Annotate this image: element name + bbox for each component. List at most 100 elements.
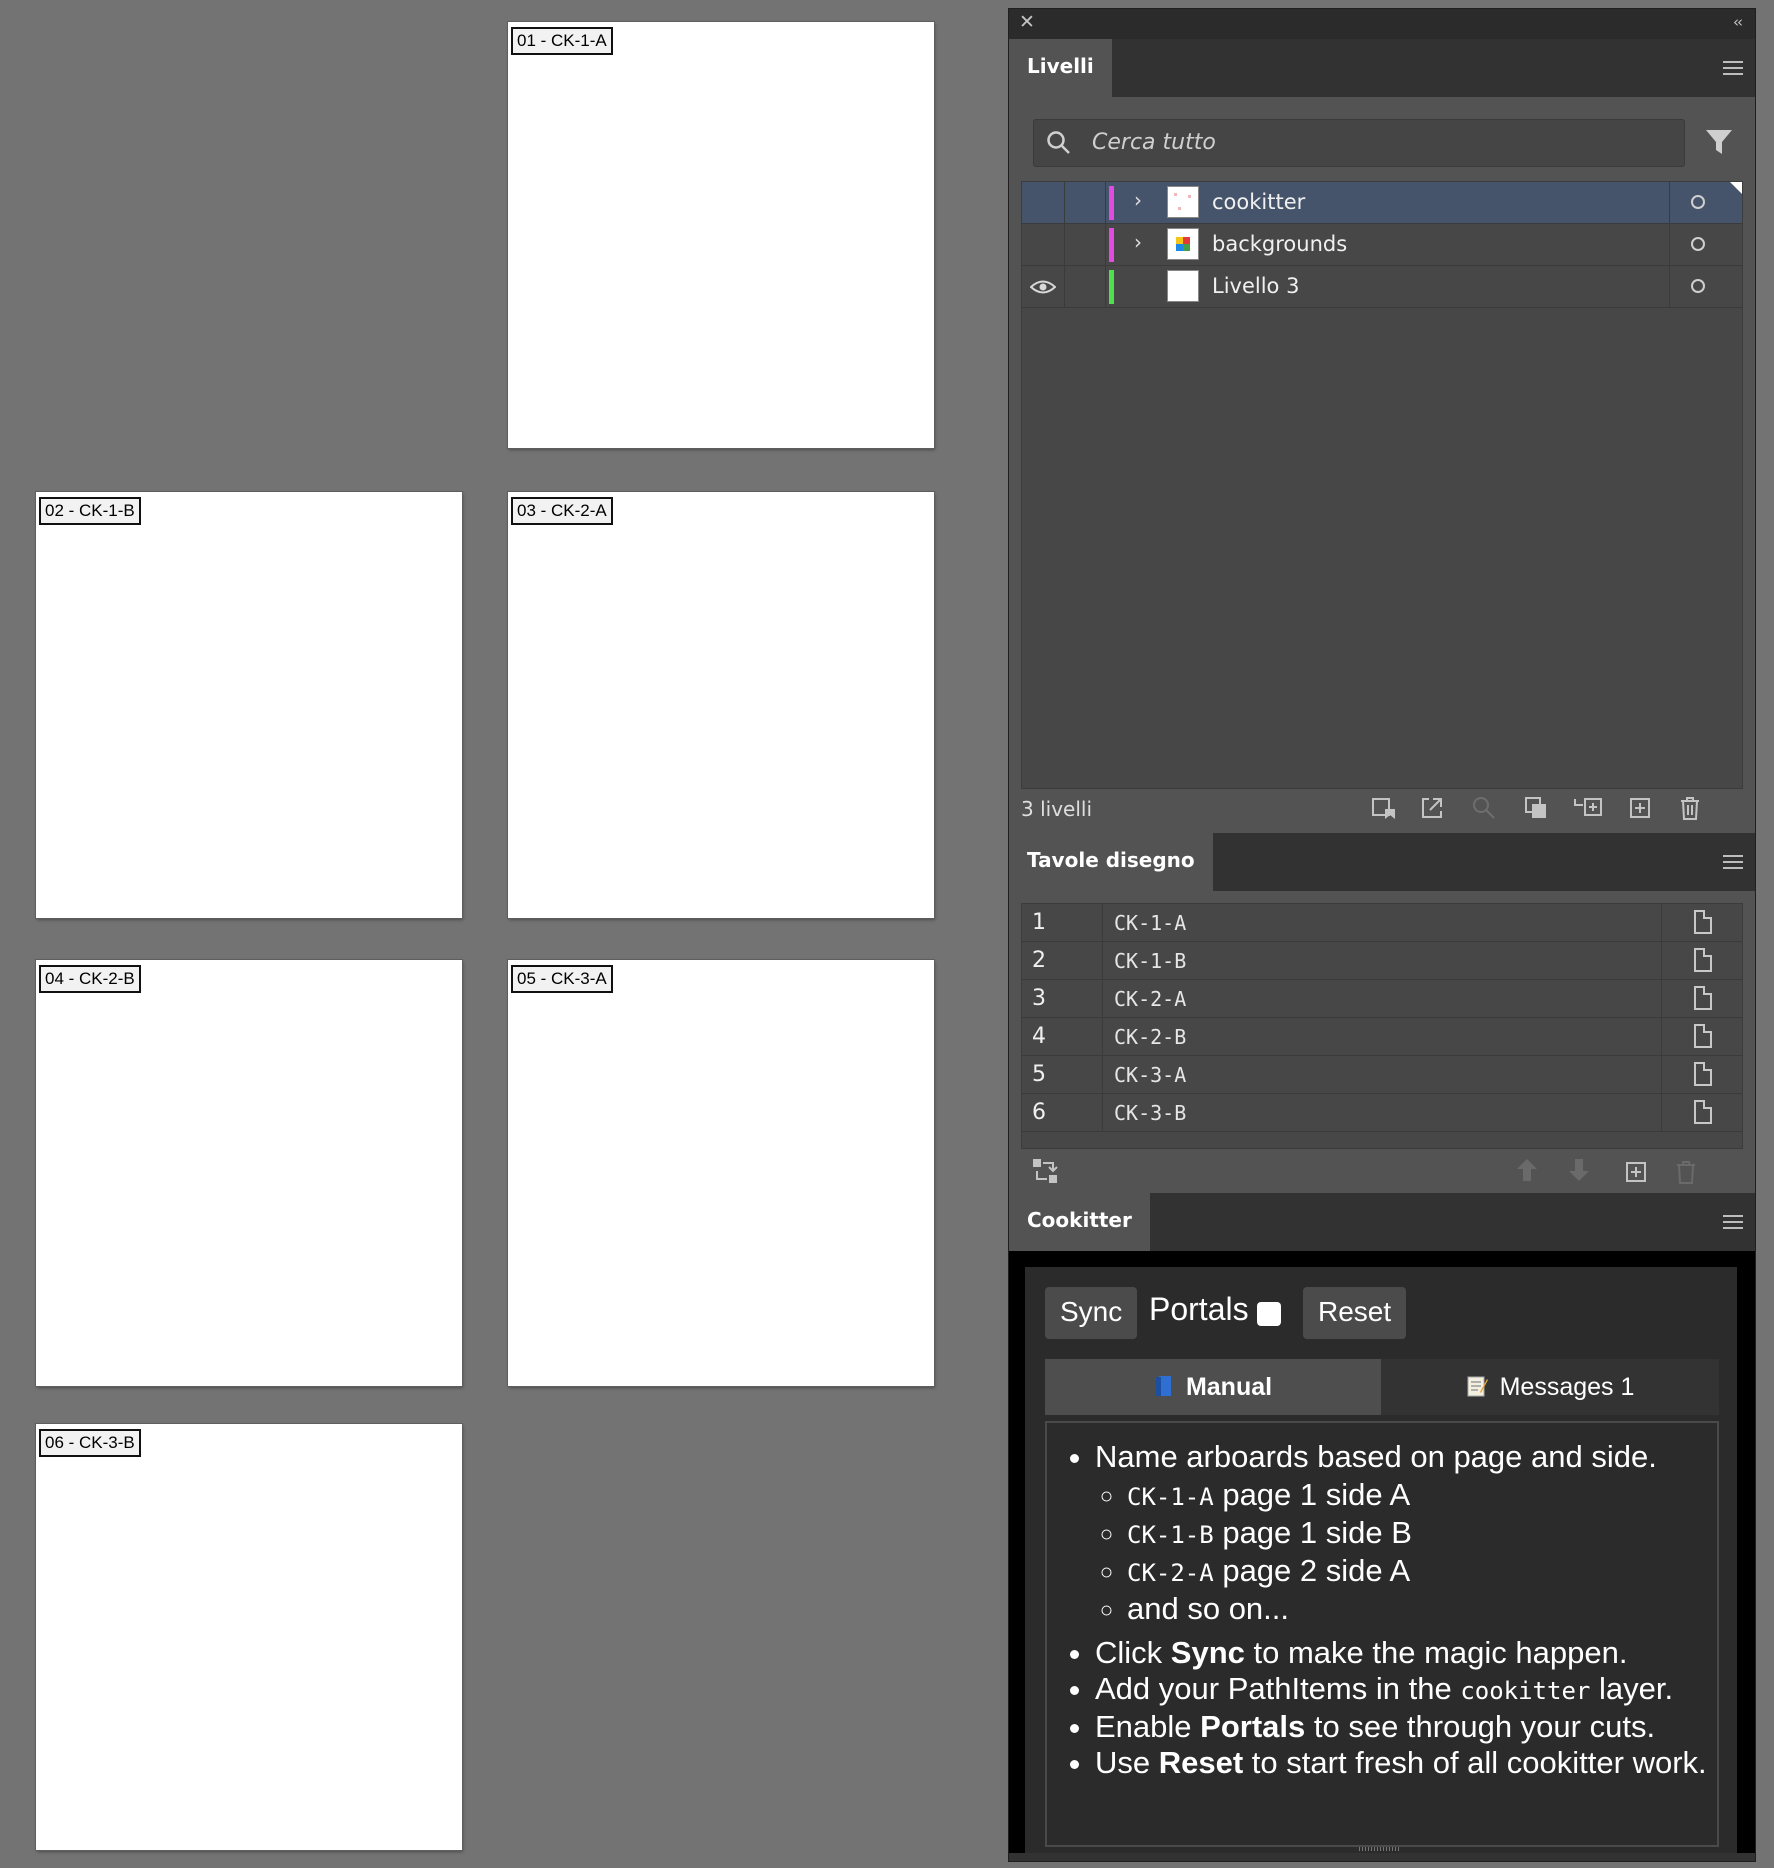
tab-artboards[interactable]: Tavole disegno bbox=[1009, 833, 1213, 891]
artboard-number: 5 bbox=[1032, 1062, 1046, 1087]
clipping-mask-icon[interactable] bbox=[1523, 795, 1549, 821]
menu-icon[interactable] bbox=[1723, 855, 1743, 869]
artboard-01[interactable]: 01 - CK-1-A bbox=[508, 22, 934, 448]
messages-tab-label: Messages 1 bbox=[1499, 1373, 1635, 1401]
layers-panel-header: Livelli bbox=[1009, 39, 1755, 97]
lock-toggle[interactable] bbox=[1065, 266, 1106, 307]
artboard-number: 3 bbox=[1032, 986, 1046, 1011]
visibility-toggle[interactable] bbox=[1022, 224, 1065, 265]
artboard-row[interactable]: 4 CK-2-B bbox=[1022, 1018, 1742, 1056]
sync-button[interactable]: Sync bbox=[1045, 1287, 1138, 1339]
list-item: Use Reset to start fresh of all cookitte… bbox=[1095, 1745, 1717, 1781]
search-icon bbox=[1047, 131, 1070, 154]
chevron-right-icon[interactable]: › bbox=[1134, 188, 1142, 212]
memo-icon bbox=[1467, 1376, 1488, 1397]
chevron-right-icon[interactable]: › bbox=[1134, 230, 1142, 254]
lock-toggle[interactable] bbox=[1065, 182, 1106, 223]
artboard-row[interactable]: 6 CK-3-B bbox=[1022, 1094, 1742, 1132]
artboard-label: 05 - CK-3-A bbox=[511, 965, 613, 993]
filter-icon[interactable] bbox=[1704, 127, 1734, 157]
artboard-number: 1 bbox=[1032, 910, 1046, 935]
book-icon bbox=[1155, 1376, 1171, 1396]
list-item: Name arboards based on page and side. CK… bbox=[1095, 1439, 1717, 1627]
menu-icon[interactable] bbox=[1723, 1215, 1743, 1229]
list-item: and so on... bbox=[1127, 1591, 1717, 1627]
artboard-options-icon[interactable] bbox=[1694, 1024, 1712, 1048]
layer-list: › cookitter › backgrounds Livello 3 bbox=[1021, 181, 1743, 789]
artboard-name: CK-1-B bbox=[1114, 949, 1187, 973]
trash-icon[interactable] bbox=[1677, 795, 1703, 821]
menu-icon[interactable] bbox=[1723, 61, 1743, 75]
reset-button[interactable]: Reset bbox=[1303, 1287, 1407, 1339]
rearrange-artboards-icon[interactable] bbox=[1031, 1157, 1059, 1185]
artboards-panel-header: Tavole disegno bbox=[1009, 833, 1755, 891]
list-item: Enable Portals to see through your cuts. bbox=[1095, 1709, 1717, 1745]
resize-grip[interactable] bbox=[1359, 1847, 1399, 1851]
move-up-icon bbox=[1517, 1159, 1537, 1181]
artboard-name: CK-2-B bbox=[1114, 1025, 1187, 1049]
panel-dock: ✕ ‹‹ Livelli Cerca tutto › cookitter › b… bbox=[1008, 8, 1756, 1862]
artboard-03[interactable]: 03 - CK-2-A bbox=[508, 492, 934, 918]
artboard-label: 01 - CK-1-A bbox=[511, 27, 613, 55]
collect-for-export-icon[interactable] bbox=[1369, 795, 1397, 821]
collapse-icon[interactable]: ‹‹ bbox=[1733, 13, 1743, 31]
locate-object-icon bbox=[1473, 797, 1495, 819]
delete-artboard-icon bbox=[1677, 1161, 1695, 1184]
visibility-toggle[interactable] bbox=[1022, 182, 1065, 223]
layer-target[interactable] bbox=[1669, 266, 1742, 307]
list-item: CK-1-A page 1 side A bbox=[1127, 1477, 1717, 1515]
dock-titlebar: ✕ ‹‹ bbox=[1009, 9, 1755, 39]
new-sublayer-icon[interactable] bbox=[1573, 795, 1605, 821]
lock-toggle[interactable] bbox=[1065, 224, 1106, 265]
layer-name: cookitter bbox=[1212, 190, 1306, 214]
artboard-options-icon[interactable] bbox=[1694, 948, 1712, 972]
tab-manual[interactable]: Manual bbox=[1045, 1359, 1381, 1415]
cookitter-panel: Sync Portals Reset Manual Messages 1 Nam… bbox=[1009, 1251, 1755, 1853]
artboard-label: 03 - CK-2-A bbox=[511, 497, 613, 525]
artboard-options-icon[interactable] bbox=[1694, 1100, 1712, 1124]
export-icon[interactable] bbox=[1419, 795, 1445, 821]
tab-cookitter[interactable]: Cookitter bbox=[1009, 1193, 1150, 1251]
artboard-05[interactable]: 05 - CK-3-A bbox=[508, 960, 934, 1386]
portals-checkbox[interactable] bbox=[1257, 1302, 1281, 1326]
target-circle-icon bbox=[1691, 195, 1705, 209]
tab-layers[interactable]: Livelli bbox=[1009, 39, 1112, 97]
artboard-name: CK-3-A bbox=[1114, 1063, 1187, 1087]
artboard-options-icon[interactable] bbox=[1694, 986, 1712, 1010]
eye-icon bbox=[1030, 280, 1056, 294]
layers-search-input[interactable]: Cerca tutto bbox=[1033, 119, 1685, 167]
target-circle-icon bbox=[1691, 279, 1705, 293]
artboard-options-icon[interactable] bbox=[1694, 910, 1712, 934]
artboard-06[interactable]: 06 - CK-3-B bbox=[36, 1424, 462, 1850]
cookitter-content: Sync Portals Reset Manual Messages 1 Nam… bbox=[1025, 1267, 1737, 1853]
artboard-options-icon[interactable] bbox=[1694, 1062, 1712, 1086]
layer-thumbnail bbox=[1167, 228, 1199, 260]
artboard-name: CK-3-B bbox=[1114, 1101, 1187, 1125]
artboard-list: 1 CK-1-A 2 CK-1-B 3 CK-2-A 4 CK-2-B 5 CK… bbox=[1021, 903, 1743, 1149]
layer-row-backgrounds[interactable]: › backgrounds bbox=[1022, 224, 1742, 266]
list-item: CK-2-A page 2 side A bbox=[1127, 1553, 1717, 1591]
tab-messages[interactable]: Messages 1 bbox=[1381, 1359, 1719, 1415]
search-placeholder: Cerca tutto bbox=[1092, 130, 1216, 155]
list-item: Add your PathItems in the cookitter laye… bbox=[1095, 1671, 1717, 1709]
selection-corner-icon bbox=[1730, 182, 1742, 194]
artboard-row[interactable]: 3 CK-2-A bbox=[1022, 980, 1742, 1018]
artboard-number: 6 bbox=[1032, 1100, 1046, 1125]
artboard-row[interactable]: 5 CK-3-A bbox=[1022, 1056, 1742, 1094]
artboard-row[interactable]: 1 CK-1-A bbox=[1022, 904, 1742, 942]
artboard-02[interactable]: 02 - CK-1-B bbox=[36, 492, 462, 918]
artboard-number: 4 bbox=[1032, 1024, 1046, 1049]
layer-row-livello-3[interactable]: Livello 3 bbox=[1022, 266, 1742, 308]
close-icon[interactable]: ✕ bbox=[1019, 11, 1035, 33]
target-circle-icon bbox=[1691, 237, 1705, 251]
new-layer-icon[interactable] bbox=[1627, 795, 1653, 821]
artboard-04[interactable]: 04 - CK-2-B bbox=[36, 960, 462, 1386]
new-artboard-icon[interactable] bbox=[1623, 1159, 1649, 1185]
list-item: Click Sync to make the magic happen. bbox=[1095, 1635, 1717, 1671]
layer-target[interactable] bbox=[1669, 224, 1742, 265]
artboard-row[interactable]: 2 CK-1-B bbox=[1022, 942, 1742, 980]
layer-thumbnail bbox=[1167, 186, 1199, 218]
layer-row-cookitter[interactable]: › cookitter bbox=[1022, 182, 1742, 224]
layer-name: Livello 3 bbox=[1212, 274, 1300, 298]
visibility-toggle[interactable] bbox=[1022, 266, 1065, 307]
